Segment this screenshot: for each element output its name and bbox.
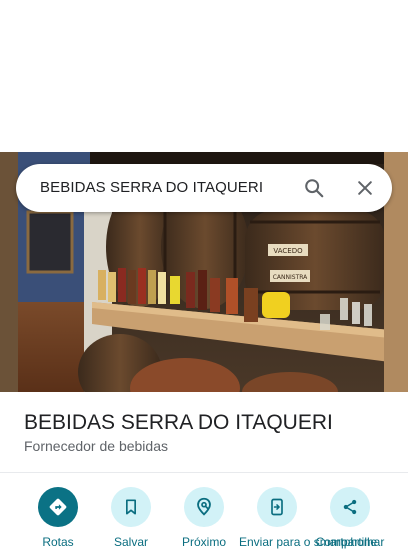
close-icon[interactable]	[351, 174, 379, 202]
directions-button[interactable]: Rotas	[20, 487, 96, 549]
save-button[interactable]: Salvar	[93, 487, 169, 549]
nearby-label: Próximo	[181, 535, 226, 549]
search-bar[interactable]: BEBIDAS SERRA DO ITAQUERI	[16, 164, 392, 212]
place-info: BEBIDAS SERRA DO ITAQUERI Fornecedor de …	[0, 392, 408, 472]
barrel-sign-2: CANNISTRA	[273, 274, 308, 281]
share-button[interactable]: Compartilhar	[312, 487, 388, 549]
place-title: BEBIDAS SERRA DO ITAQUERI	[24, 411, 333, 434]
send-to-phone-button[interactable]: Enviar para o smartphone	[239, 487, 378, 549]
send-to-phone-icon	[257, 487, 297, 527]
send-to-phone-label: Enviar para o smartphone	[239, 535, 378, 549]
map-area-blank	[0, 0, 408, 152]
directions-icon	[38, 487, 78, 527]
action-bar: Rotas Salvar Próximo Enviar para o smart…	[0, 473, 408, 549]
nearby-button[interactable]: Próximo	[166, 487, 242, 549]
search-icon[interactable]	[300, 174, 328, 202]
search-query-text[interactable]: BEBIDAS SERRA DO ITAQUERI	[40, 179, 263, 196]
barrel-sign-1: VACEDO	[273, 247, 303, 255]
share-icon	[330, 487, 370, 527]
place-category: Fornecedor de bebidas	[24, 438, 168, 454]
share-label: Compartilhar	[315, 535, 385, 549]
directions-label: Rotas	[42, 535, 74, 549]
bookmark-icon	[111, 487, 151, 527]
nearby-icon	[184, 487, 224, 527]
save-label: Salvar	[113, 535, 148, 549]
